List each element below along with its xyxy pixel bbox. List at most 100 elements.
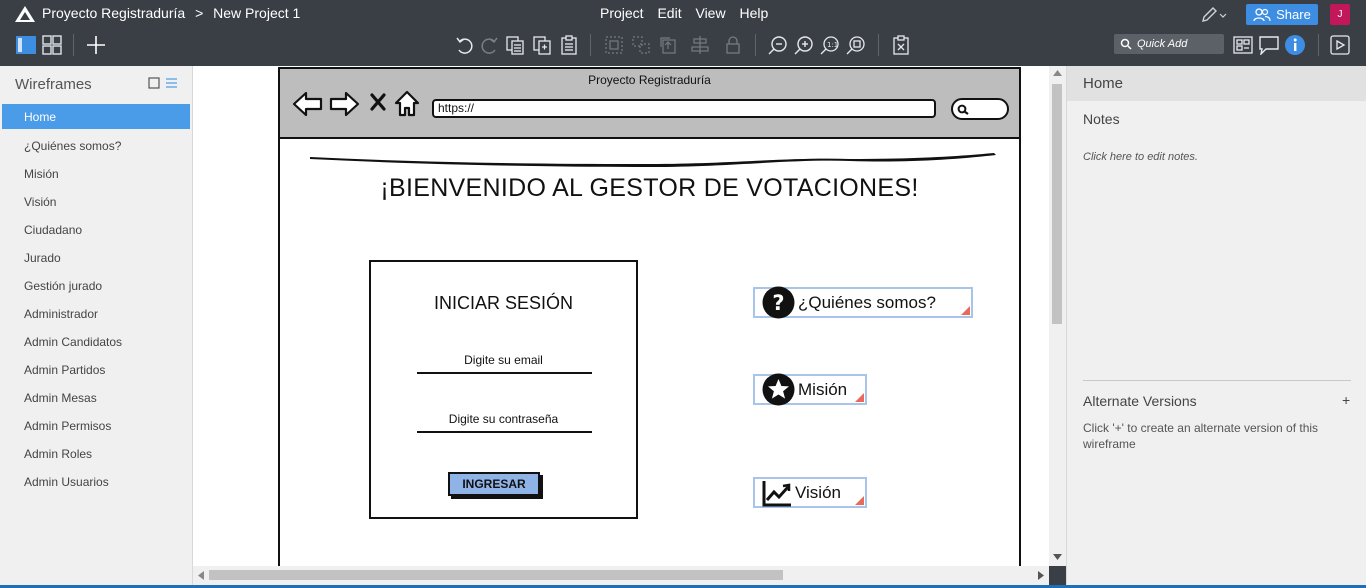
editor-canvas[interactable]: Proyecto Registraduría https:// ¡BIENVEN… [193, 66, 1049, 566]
lock-icon[interactable] [721, 33, 745, 57]
grid-view-icon[interactable] [40, 33, 64, 57]
home-icon [394, 90, 420, 117]
breadcrumb-page[interactable]: New Project 1 [213, 5, 300, 21]
add-alternate-version-button[interactable]: + [1342, 392, 1350, 408]
scroll-right-icon[interactable] [1038, 571, 1044, 580]
wireframe-item-quienes-somos[interactable]: ¿Quiénes somos? [2, 132, 190, 160]
align-icon[interactable] [688, 33, 712, 57]
notes-edit-area[interactable]: Click here to edit notes. [1083, 151, 1198, 163]
ingresar-button[interactable]: INGRESAR [448, 472, 540, 496]
top-bar: Proyecto Registraduría > New Project 1 P… [0, 0, 1366, 28]
email-field[interactable] [417, 372, 592, 374]
scroll-down-icon[interactable] [1053, 554, 1062, 560]
vertical-scrollbar[interactable] [1049, 66, 1066, 566]
password-field[interactable] [417, 431, 592, 433]
welcome-heading: ¡BIENVENIDO AL GESTOR DE VOTACIONES! [380, 174, 919, 202]
horizontal-scroll-thumb[interactable] [209, 570, 783, 580]
group-icon[interactable] [602, 33, 626, 57]
quienes-somos-link[interactable]: ? ¿Quiénes somos? [753, 286, 973, 319]
wireframe-item-admin-permisos[interactable]: Admin Permisos [2, 412, 190, 440]
breadcrumb-project[interactable]: Proyecto Registraduría [42, 5, 185, 21]
wireframe-item-admin-mesas[interactable]: Admin Mesas [2, 384, 190, 412]
zoom-in-icon[interactable] [792, 33, 816, 57]
svg-text:?: ? [772, 291, 784, 315]
mision-link[interactable]: Misión [753, 373, 867, 406]
quick-add-input[interactable]: Quick Add [1114, 34, 1224, 54]
zoom-fit-icon[interactable] [844, 33, 868, 57]
toolbar-separator [73, 34, 74, 56]
quienes-somos-label: ¿Quiénes somos? [798, 292, 936, 312]
toolbar-separator [755, 34, 756, 56]
share-button[interactable]: Share [1246, 4, 1318, 25]
breadcrumb: Proyecto Registraduría > New Project 1 [42, 5, 306, 21]
scroll-left-icon[interactable] [198, 571, 204, 580]
browser-search-field[interactable] [951, 98, 1009, 120]
toolbar-separator [1318, 34, 1319, 56]
wireframe-item-admin-candidatos[interactable]: Admin Candidatos [2, 328, 190, 356]
bring-front-icon[interactable] [656, 33, 680, 57]
question-circle-icon: ? [762, 286, 795, 319]
horizontal-scrollbar[interactable] [193, 566, 1049, 585]
balsamiq-logo-icon[interactable] [15, 6, 35, 22]
title-underline [310, 153, 996, 167]
people-icon [1253, 7, 1271, 21]
duplicate-icon[interactable] [531, 33, 555, 57]
wireframe-item-admin-usuarios[interactable]: Admin Usuarios [2, 468, 190, 496]
pencil-dropdown-icon[interactable] [1200, 6, 1230, 24]
wireframe-item-admin-roles[interactable]: Admin Roles [2, 440, 190, 468]
menu-help[interactable]: Help [739, 5, 768, 21]
search-icon [957, 104, 969, 115]
ui-library-icon[interactable] [1231, 33, 1255, 57]
main-menu: Project Edit View Help [600, 5, 778, 21]
wireframe-item-home[interactable]: Home [2, 104, 190, 129]
user-avatar[interactable]: J [1330, 4, 1350, 25]
wireframe-item-jurado[interactable]: Jurado [2, 244, 190, 272]
wireframe-item-admin-partidos[interactable]: Admin Partidos [2, 356, 190, 384]
quick-add-placeholder: Quick Add [1137, 38, 1188, 50]
star-circle-icon [762, 373, 795, 406]
ungroup-icon[interactable] [629, 33, 653, 57]
copy-icon[interactable] [504, 33, 528, 57]
zoom-actual-icon[interactable]: 1:1 [818, 33, 842, 57]
wireframe-item-vision[interactable]: Visión [2, 188, 190, 216]
toolbar-separator [878, 34, 879, 56]
selected-page-name: Home [1067, 66, 1366, 101]
redo-icon[interactable] [478, 33, 502, 57]
link-corner-icon [855, 496, 864, 505]
search-icon [1120, 38, 1132, 50]
vision-link[interactable]: Visión [753, 477, 867, 508]
stop-x-icon [370, 93, 386, 111]
delete-icon[interactable] [889, 33, 913, 57]
wireframe-list: Home ¿Quiénes somos? Misión Visión Ciuda… [2, 104, 190, 496]
menu-view[interactable]: View [695, 5, 725, 21]
password-label: Digite su contraseña [448, 412, 559, 426]
wireframe-item-ciudadano[interactable]: Ciudadano [2, 216, 190, 244]
view-toggle-icon[interactable] [148, 77, 178, 91]
wireframe-item-gestion-jurado[interactable]: Gestión jurado [2, 272, 190, 300]
info-icon[interactable] [1283, 33, 1307, 57]
paste-icon[interactable] [557, 33, 581, 57]
url-field[interactable]: https:// [432, 99, 936, 118]
browser-title: Proyecto Registraduría [588, 73, 711, 87]
browser-toolbar: Proyecto Registraduría https:// [280, 69, 1019, 139]
browser-window-mockup[interactable]: Proyecto Registraduría https:// ¡BIENVEN… [278, 67, 1021, 566]
toolbar: 1:1 Quick Add [0, 28, 1366, 66]
link-corner-icon [961, 306, 970, 315]
comments-icon[interactable] [1257, 33, 1281, 57]
undo-icon[interactable] [452, 33, 476, 57]
vertical-scroll-thumb[interactable] [1052, 84, 1062, 324]
login-panel: INICIAR SESIÓN Digite su email Digite su… [369, 260, 638, 519]
back-arrow-icon [292, 91, 323, 117]
scroll-up-icon[interactable] [1053, 70, 1062, 76]
wireframe-item-administrador[interactable]: Administrador [2, 300, 190, 328]
wireframes-panel: Wireframes Home ¿Quiénes somos? Misión V… [0, 66, 193, 585]
menu-edit[interactable]: Edit [657, 5, 681, 21]
wireframe-item-mision[interactable]: Misión [2, 160, 190, 188]
menu-project[interactable]: Project [600, 5, 644, 21]
add-icon[interactable] [84, 33, 108, 57]
divider [1083, 380, 1351, 381]
single-view-icon[interactable] [14, 33, 38, 57]
share-label: Share [1276, 7, 1311, 22]
zoom-out-icon[interactable] [766, 33, 790, 57]
presentation-play-icon[interactable] [1328, 33, 1352, 57]
